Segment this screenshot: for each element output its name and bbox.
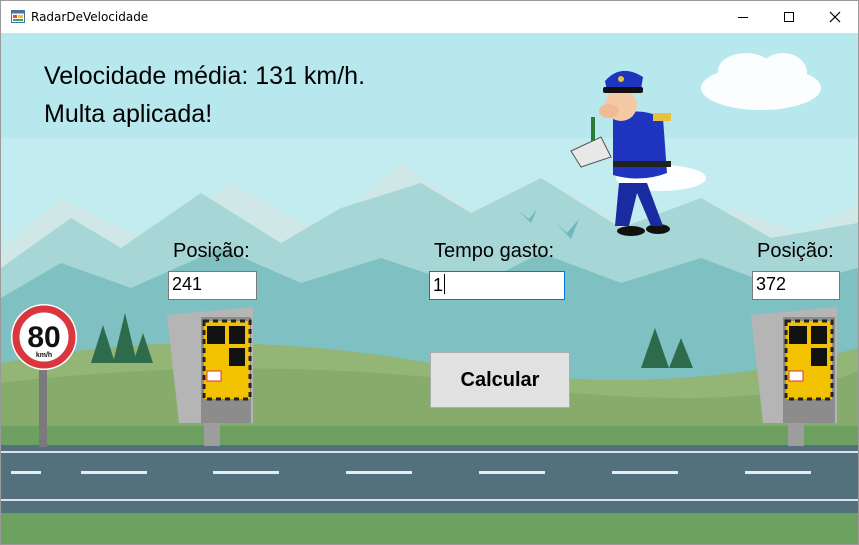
client-area: 80 km/h Velocidade média: 131 km/h. Mult…	[1, 33, 858, 544]
maximize-button[interactable]	[766, 1, 812, 33]
speed-limit-value: 80	[27, 321, 60, 354]
fine-status-text: Multa aplicada!	[44, 100, 213, 128]
time-input[interactable]: 1	[429, 271, 565, 300]
title-bar[interactable]: RadarDeVelocidade	[1, 1, 858, 33]
position1-label: Posição:	[173, 240, 250, 262]
app-window: RadarDeVelocidade 80 km/h Velocidade méd…	[0, 0, 859, 545]
window-title: RadarDeVelocidade	[31, 10, 149, 24]
app-icon	[11, 10, 25, 23]
close-icon	[829, 11, 841, 23]
minimize-icon	[738, 17, 748, 18]
position1-value: 241	[172, 274, 203, 294]
speed-limit-unit: km/h	[36, 352, 52, 359]
minimize-button[interactable]	[720, 1, 766, 33]
text-caret	[444, 274, 446, 294]
position1-input[interactable]: 241	[168, 271, 257, 300]
position2-label: Posição:	[757, 240, 834, 262]
calculate-button-label: Calcular	[460, 368, 540, 391]
maximize-icon	[784, 12, 794, 22]
close-button[interactable]	[812, 1, 858, 33]
position2-value: 372	[756, 274, 787, 294]
average-speed-text: Velocidade média: 131 km/h.	[44, 62, 366, 90]
time-label: Tempo gasto:	[434, 240, 555, 262]
calculate-button[interactable]: Calcular	[430, 352, 570, 408]
time-value: 1	[433, 275, 444, 295]
position2-input[interactable]: 372	[752, 271, 840, 300]
